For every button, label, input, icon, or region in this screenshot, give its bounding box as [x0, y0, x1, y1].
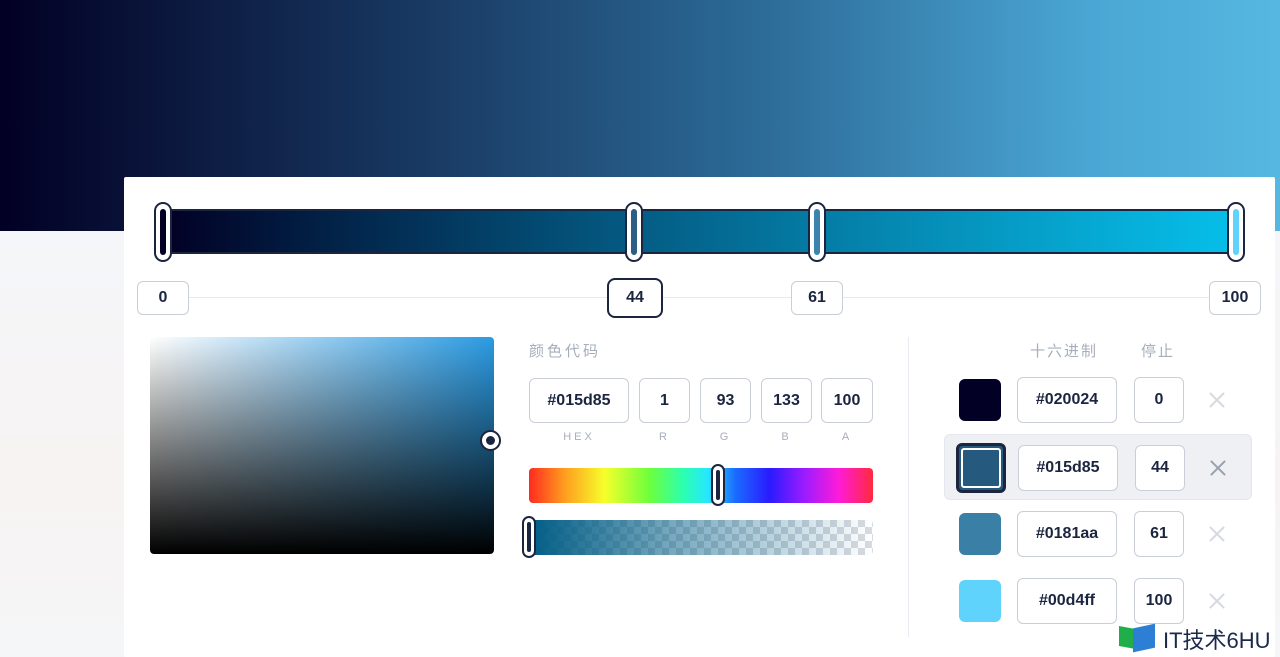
stop-row[interactable]: #0181aa 61	[944, 501, 1252, 567]
gradient-bar[interactable]	[162, 209, 1238, 254]
gradient-stop-handle-44[interactable]	[625, 202, 643, 262]
alpha-input[interactable]: 100	[821, 378, 873, 423]
alpha-slider-handle[interactable]	[522, 516, 536, 558]
stop-position-input[interactable]: 44	[1135, 445, 1185, 491]
hue-slider[interactable]	[529, 468, 873, 503]
stop-color-swatch[interactable]	[959, 379, 1001, 421]
saturation-value-picker[interactable]	[150, 337, 494, 554]
stop-row[interactable]: #020024 0	[944, 367, 1252, 433]
stop-row-selected[interactable]: #015d85 44	[944, 434, 1252, 500]
stop-color-swatch[interactable]	[959, 580, 1001, 622]
blue-label: B	[781, 431, 792, 443]
red-label: R	[659, 431, 670, 443]
watermark-logo-icon	[1117, 623, 1159, 654]
hex-column-header: 十六进制	[1030, 343, 1099, 360]
stop-hex-input[interactable]: #0181aa	[1017, 511, 1117, 557]
stop-hex-input[interactable]: #00d4ff	[1017, 578, 1117, 624]
alpha-label: A	[841, 431, 853, 443]
green-label: G	[719, 431, 732, 443]
red-input[interactable]: 1	[639, 378, 690, 423]
stop-hex-input[interactable]: #015d85	[1018, 445, 1118, 491]
gradient-stop-handle-61[interactable]	[808, 202, 826, 262]
watermark: IT技术6HU	[1117, 623, 1271, 654]
hex-label: HEX	[563, 431, 595, 443]
stop-position-label[interactable]: 0	[137, 281, 189, 315]
hex-input[interactable]: #015d85	[529, 378, 629, 423]
green-input[interactable]: 93	[700, 378, 751, 423]
hue-slider-handle[interactable]	[711, 464, 725, 506]
stop-position-input[interactable]: 0	[1134, 377, 1184, 423]
close-icon[interactable]	[1206, 590, 1228, 612]
stop-color-swatch[interactable]	[956, 443, 1006, 493]
gradient-stop-handle-0[interactable]	[154, 202, 172, 262]
stop-position-label-active[interactable]: 44	[607, 278, 663, 318]
stop-hex-input[interactable]: #020024	[1017, 377, 1117, 423]
column-divider	[908, 337, 909, 637]
close-icon[interactable]	[1206, 523, 1228, 545]
stop-position-label[interactable]: 100	[1209, 281, 1261, 315]
close-icon[interactable]	[1206, 389, 1228, 411]
gradient-bar-shade	[164, 211, 1236, 252]
close-icon[interactable]	[1207, 457, 1229, 479]
blue-input[interactable]: 133	[761, 378, 812, 423]
stop-column-header: 停止	[1141, 343, 1176, 360]
color-code-title: 颜色代码	[529, 343, 602, 360]
saturation-cursor[interactable]	[480, 430, 501, 451]
stop-color-swatch[interactable]	[959, 513, 1001, 555]
stop-position-input[interactable]: 61	[1134, 511, 1184, 557]
alpha-slider-fill	[529, 520, 873, 555]
stop-position-label[interactable]: 61	[791, 281, 843, 315]
watermark-text: IT技术6HU	[1163, 628, 1271, 653]
stop-position-input[interactable]: 100	[1134, 578, 1184, 624]
stop-track-line	[137, 297, 1261, 298]
gradient-stop-handle-100[interactable]	[1227, 202, 1245, 262]
alpha-slider[interactable]	[529, 520, 873, 555]
